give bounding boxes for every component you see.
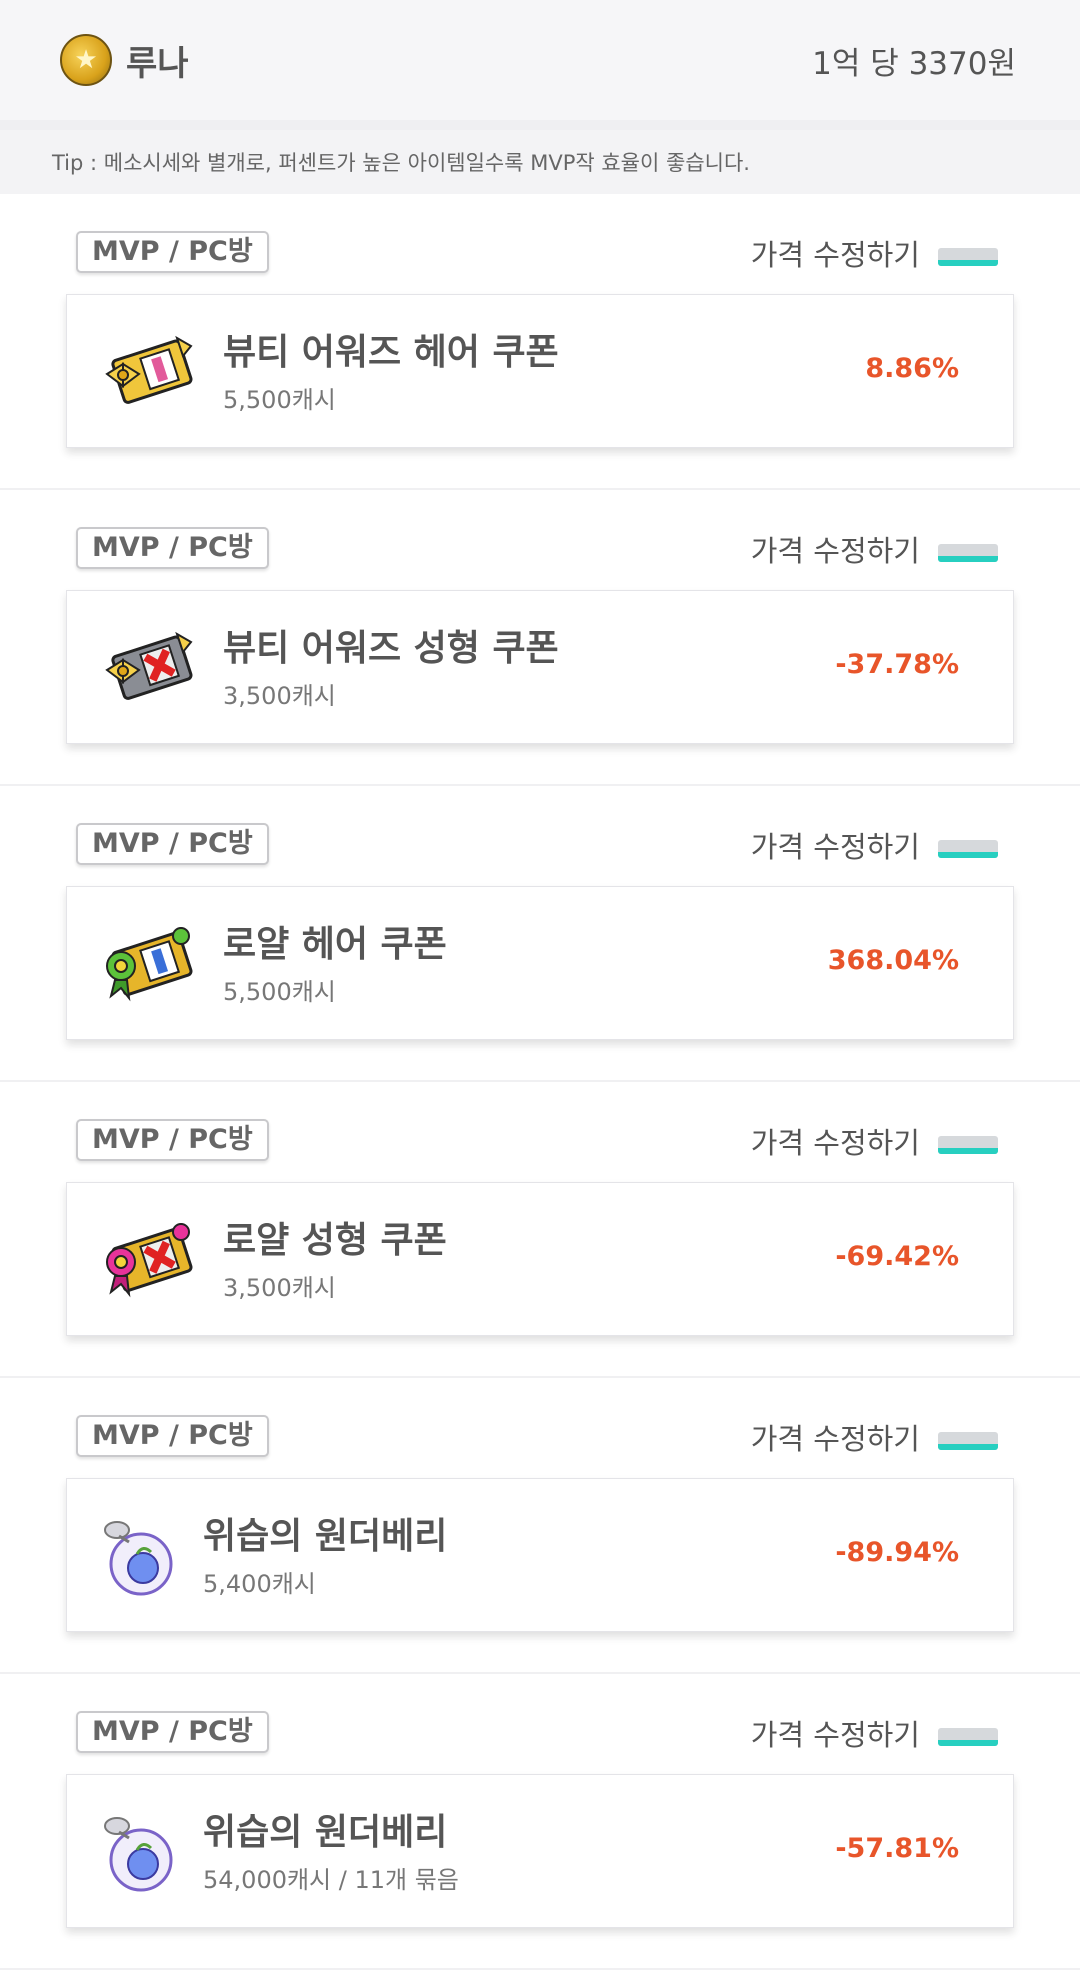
edit-price-label: 가격 수정하기 bbox=[750, 1422, 920, 1456]
item-card[interactable]: 위습의 원더베리 5,400캐시 -89.94% bbox=[66, 1478, 1014, 1632]
royal-face-coupon-icon bbox=[106, 1223, 193, 1298]
edit-toggle-icon[interactable] bbox=[938, 544, 998, 562]
item-section: MVP / PC방 가격 수정하기 위습의 원더베리 54,000캐시 / 11… bbox=[0, 1674, 1080, 1970]
wonderberry-icon bbox=[104, 1521, 173, 1596]
efficiency-percent: -89.94% bbox=[835, 1537, 959, 1568]
item-card[interactable]: 위습의 원더베리 54,000캐시 / 11개 묶음 -57.81% bbox=[66, 1774, 1014, 1928]
meso-rate: 1억 당 3370원 bbox=[812, 45, 1016, 82]
face-coupon-gold-icon bbox=[105, 631, 193, 700]
item-section: MVP / PC방 가격 수정하기 로얄 성형 쿠폰 3,500캐시 -69.4… bbox=[0, 1082, 1080, 1378]
edit-price-button[interactable]: 가격 수정하기 bbox=[751, 824, 998, 866]
efficiency-percent: 8.86% bbox=[865, 353, 959, 384]
item-name: 뷰티 어워즈 성형 쿠폰 bbox=[223, 628, 559, 669]
item-price: 3,500캐시 bbox=[223, 1274, 336, 1302]
header: ★ 루나 1억 당 3370원 bbox=[0, 0, 1080, 120]
mvp-pc-badge: MVP / PC방 bbox=[76, 1119, 269, 1161]
edit-toggle-icon[interactable] bbox=[938, 1728, 998, 1746]
item-name: 위습의 원더베리 bbox=[203, 1516, 448, 1557]
item-price: 5,500캐시 bbox=[223, 978, 336, 1006]
edit-toggle-icon[interactable] bbox=[938, 1136, 998, 1154]
edit-price-button[interactable]: 가격 수정하기 bbox=[751, 1712, 998, 1754]
item-price: 5,500캐시 bbox=[223, 386, 336, 414]
efficiency-percent: -69.42% bbox=[835, 1241, 959, 1272]
mvp-pc-badge: MVP / PC방 bbox=[76, 231, 269, 273]
server-name: 루나 bbox=[126, 43, 189, 84]
item-price: 54,000캐시 / 11개 묶음 bbox=[203, 1866, 459, 1894]
edit-toggle-icon[interactable] bbox=[938, 840, 998, 858]
item-card[interactable]: 뷰티 어워즈 헤어 쿠폰 5,500캐시 8.86% bbox=[66, 294, 1014, 448]
efficiency-percent: -57.81% bbox=[835, 1833, 959, 1864]
item-card[interactable]: 뷰티 어워즈 성형 쿠폰 3,500캐시 -37.78% bbox=[66, 590, 1014, 744]
efficiency-percent: -37.78% bbox=[835, 649, 959, 680]
item-name: 위습의 원더베리 bbox=[203, 1812, 448, 1853]
item-section: MVP / PC방 가격 수정하기 뷰티 어워즈 헤어 쿠폰 5,500캐시 8… bbox=[0, 194, 1080, 490]
item-section: MVP / PC방 가격 수정하기 로얄 헤어 쿠폰 5,500캐시 368.0… bbox=[0, 786, 1080, 1082]
item-price: 3,500캐시 bbox=[223, 682, 336, 710]
item-section: MVP / PC방 가격 수정하기 뷰티 어워즈 성형 쿠폰 3,500캐시 -… bbox=[0, 490, 1080, 786]
edit-price-label: 가격 수정하기 bbox=[750, 238, 920, 272]
server-selector[interactable]: ★ 루나 bbox=[60, 34, 189, 86]
edit-price-button[interactable]: 가격 수정하기 bbox=[751, 1416, 998, 1458]
edit-price-label: 가격 수정하기 bbox=[750, 534, 920, 568]
coin-star-icon: ★ bbox=[60, 34, 112, 86]
edit-price-label: 가격 수정하기 bbox=[750, 830, 920, 864]
efficiency-percent: 368.04% bbox=[827, 945, 959, 976]
tip-banner: Tip : 메소시세와 별개로, 퍼센트가 높은 아이템일수록 MVP작 효율이… bbox=[0, 130, 1080, 194]
item-section: MVP / PC방 가격 수정하기 위습의 원더베리 5,400캐시 -89.9… bbox=[0, 1378, 1080, 1674]
item-name: 뷰티 어워즈 헤어 쿠폰 bbox=[223, 332, 559, 373]
edit-price-button[interactable]: 가격 수정하기 bbox=[751, 232, 998, 274]
item-price: 5,400캐시 bbox=[203, 1570, 316, 1598]
item-name: 로얄 헤어 쿠폰 bbox=[223, 924, 447, 965]
mvp-pc-badge: MVP / PC방 bbox=[76, 1711, 269, 1753]
item-name: 로얄 성형 쿠폰 bbox=[223, 1220, 447, 1261]
mvp-pc-badge: MVP / PC방 bbox=[76, 527, 269, 569]
divider bbox=[0, 120, 1080, 130]
mvp-pc-badge: MVP / PC방 bbox=[76, 823, 269, 865]
hair-coupon-gold-icon bbox=[105, 335, 193, 404]
edit-price-button[interactable]: 가격 수정하기 bbox=[751, 528, 998, 570]
mvp-pc-badge: MVP / PC방 bbox=[76, 1415, 269, 1457]
wonderberry-bundle-icon bbox=[104, 1817, 173, 1892]
item-card[interactable]: 로얄 헤어 쿠폰 5,500캐시 368.04% bbox=[66, 886, 1014, 1040]
edit-toggle-icon[interactable] bbox=[938, 248, 998, 266]
item-card[interactable]: 로얄 성형 쿠폰 3,500캐시 -69.42% bbox=[66, 1182, 1014, 1336]
edit-price-label: 가격 수정하기 bbox=[750, 1126, 920, 1160]
edit-toggle-icon[interactable] bbox=[938, 1432, 998, 1450]
royal-hair-coupon-icon bbox=[106, 927, 193, 1002]
edit-price-label: 가격 수정하기 bbox=[750, 1718, 920, 1752]
edit-price-button[interactable]: 가격 수정하기 bbox=[751, 1120, 998, 1162]
